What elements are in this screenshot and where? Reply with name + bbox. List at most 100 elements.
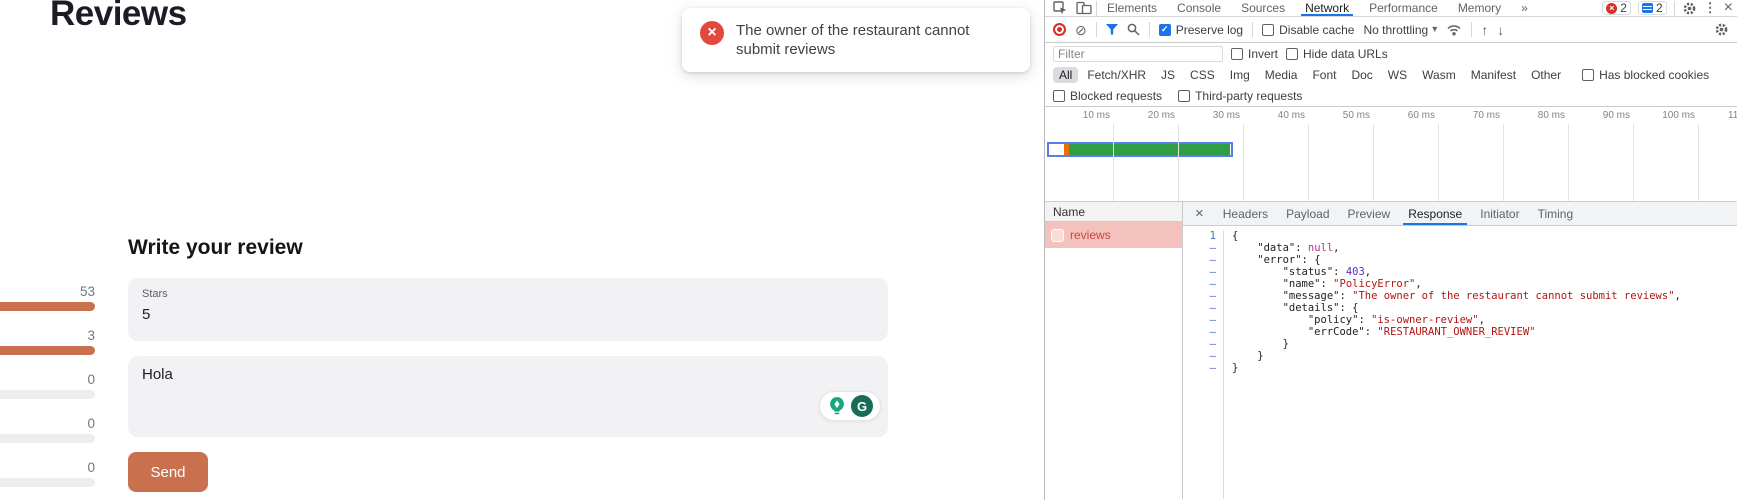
- preserve-log-checkbox[interactable]: ✓: [1159, 24, 1171, 36]
- filter-chip-wasm[interactable]: Wasm: [1416, 67, 1462, 83]
- export-har-icon[interactable]: ↓: [1497, 23, 1504, 37]
- settings-gear-icon[interactable]: [1682, 1, 1697, 16]
- gutter-marker: –: [1183, 362, 1216, 374]
- request-detail-panel: × Headers Payload Preview Response Initi…: [1183, 202, 1737, 499]
- close-detail-icon[interactable]: ×: [1185, 205, 1214, 222]
- grammarly-g-icon[interactable]: G: [851, 395, 873, 417]
- filter-chip-other[interactable]: Other: [1525, 67, 1567, 83]
- import-har-icon[interactable]: ↑: [1481, 23, 1488, 37]
- filter-input[interactable]: [1053, 46, 1223, 62]
- waterfall-download-segment: [1069, 144, 1230, 155]
- filter-chip-css[interactable]: CSS: [1184, 67, 1221, 83]
- tab-console[interactable]: Console: [1167, 0, 1231, 16]
- rating-count: 3: [0, 328, 95, 343]
- response-line: }: [1232, 362, 1681, 374]
- throttling-dropdown[interactable]: No throttling ▾: [1363, 23, 1437, 37]
- menu-dots-icon[interactable]: ⋮: [1704, 0, 1717, 16]
- divider: [1674, 1, 1675, 16]
- timeline-gridline: [1113, 124, 1114, 201]
- search-icon[interactable]: [1127, 23, 1140, 36]
- gutter-marker: –: [1183, 338, 1216, 350]
- request-waterfall-bar[interactable]: [1047, 142, 1233, 157]
- response-line: "details": {: [1232, 302, 1681, 314]
- rating-bar: [0, 346, 95, 355]
- tab-timing[interactable]: Timing: [1529, 202, 1583, 225]
- tab-response[interactable]: Response: [1399, 202, 1471, 225]
- suggestion-lightbulb-icon[interactable]: [827, 396, 847, 416]
- tab-memory[interactable]: Memory: [1448, 0, 1511, 16]
- blocked-requests-label: Blocked requests: [1070, 89, 1162, 103]
- tab-payload[interactable]: Payload: [1277, 202, 1338, 225]
- response-line: "message": "The owner of the restaurant …: [1232, 290, 1681, 302]
- response-viewer[interactable]: 1––––––––––– { "data": null, "error": { …: [1183, 226, 1737, 499]
- third-party-requests-checkbox[interactable]: [1178, 90, 1190, 102]
- timeline-gridline: [1373, 124, 1374, 201]
- close-devtools-icon[interactable]: ×: [1724, 0, 1733, 16]
- review-textarea[interactable]: Hola G: [128, 356, 888, 437]
- filter-chip-manifest[interactable]: Manifest: [1465, 67, 1522, 83]
- send-button[interactable]: Send: [128, 452, 208, 492]
- more-tabs-chevron-icon[interactable]: »: [1511, 0, 1538, 16]
- filter-chip-media[interactable]: Media: [1259, 67, 1304, 83]
- response-gutter: 1–––––––––––: [1183, 230, 1224, 499]
- console-error-badge[interactable]: × 2: [1602, 1, 1631, 15]
- hide-data-urls-checkbox[interactable]: [1286, 48, 1298, 60]
- throttling-value: No throttling: [1363, 23, 1428, 37]
- timeline-ruler-label: 20 ms: [1125, 110, 1175, 121]
- timeline-gridline: [1633, 124, 1634, 201]
- message-icon: [1642, 3, 1653, 13]
- grammarly-widget[interactable]: G: [819, 391, 881, 421]
- timeline-gridline: [1698, 124, 1699, 201]
- network-filterbar: Invert Hide data URLs AllFetch/XHRJSCSSI…: [1045, 43, 1737, 107]
- message-count: 2: [1656, 1, 1663, 15]
- filter-chip-img[interactable]: Img: [1224, 67, 1256, 83]
- name-column-header[interactable]: Name: [1045, 202, 1182, 222]
- has-blocked-cookies-label: Has blocked cookies: [1599, 68, 1709, 82]
- response-line: "policy": "is-owner-review",: [1232, 314, 1681, 326]
- tab-sources[interactable]: Sources: [1231, 0, 1295, 16]
- network-conditions-icon[interactable]: [1446, 23, 1462, 36]
- response-code: { "data": null, "error": { "status": 403…: [1224, 230, 1681, 499]
- rating-bar: [0, 390, 95, 399]
- rating-count: 0: [0, 460, 95, 475]
- gutter-marker: –: [1183, 254, 1216, 266]
- filter-chip-ws[interactable]: WS: [1382, 67, 1413, 83]
- toast-message: The owner of the restaurant cannot submi…: [736, 21, 988, 59]
- error-count: 2: [1620, 1, 1627, 15]
- disable-cache-checkbox[interactable]: [1262, 24, 1274, 36]
- clear-icon[interactable]: ⊘: [1075, 23, 1087, 37]
- error-count-icon: ×: [1606, 3, 1617, 14]
- invert-checkbox[interactable]: [1231, 48, 1243, 60]
- filter-chip-doc[interactable]: Doc: [1345, 67, 1378, 83]
- has-blocked-cookies-checkbox[interactable]: [1582, 69, 1594, 81]
- response-line: "name": "PolicyError",: [1232, 278, 1681, 290]
- request-row-reviews[interactable]: reviews: [1045, 222, 1182, 248]
- network-settings-gear-icon[interactable]: [1714, 22, 1729, 37]
- filter-funnel-icon[interactable]: [1106, 24, 1118, 35]
- gutter-marker: –: [1183, 326, 1216, 338]
- rating-bar: [0, 434, 95, 443]
- rating-count: 0: [0, 372, 95, 387]
- console-message-badge[interactable]: 2: [1638, 1, 1667, 15]
- network-toolbar: ⊘ ✓ Preserve log Disable cache No thrott…: [1045, 17, 1737, 43]
- tab-preview[interactable]: Preview: [1339, 202, 1400, 225]
- device-toolbar-icon[interactable]: [1076, 1, 1092, 15]
- screen: Reviews × The owner of the restaurant ca…: [0, 0, 1737, 500]
- timeline-ruler-label: 50 ms: [1320, 110, 1370, 121]
- tab-network[interactable]: Network: [1295, 0, 1359, 16]
- tab-headers[interactable]: Headers: [1214, 202, 1277, 225]
- timeline-overview[interactable]: 10 ms20 ms30 ms40 ms50 ms60 ms70 ms80 ms…: [1045, 107, 1737, 202]
- error-toast[interactable]: × The owner of the restaurant cannot sub…: [682, 8, 1030, 72]
- inspect-element-icon[interactable]: [1053, 1, 1068, 15]
- tab-performance[interactable]: Performance: [1359, 0, 1448, 16]
- tab-elements[interactable]: Elements: [1097, 0, 1167, 16]
- blocked-requests-checkbox[interactable]: [1053, 90, 1065, 102]
- stars-field[interactable]: Stars 5: [128, 278, 888, 341]
- tab-initiator[interactable]: Initiator: [1471, 202, 1528, 225]
- record-icon[interactable]: [1053, 23, 1066, 36]
- filter-chip-fetch-xhr[interactable]: Fetch/XHR: [1081, 67, 1152, 83]
- filter-chip-js[interactable]: JS: [1155, 67, 1181, 83]
- filter-chip-font[interactable]: Font: [1306, 67, 1342, 83]
- timeline-ruler-label: 90 ms: [1580, 110, 1630, 121]
- filter-chip-all[interactable]: All: [1053, 67, 1078, 83]
